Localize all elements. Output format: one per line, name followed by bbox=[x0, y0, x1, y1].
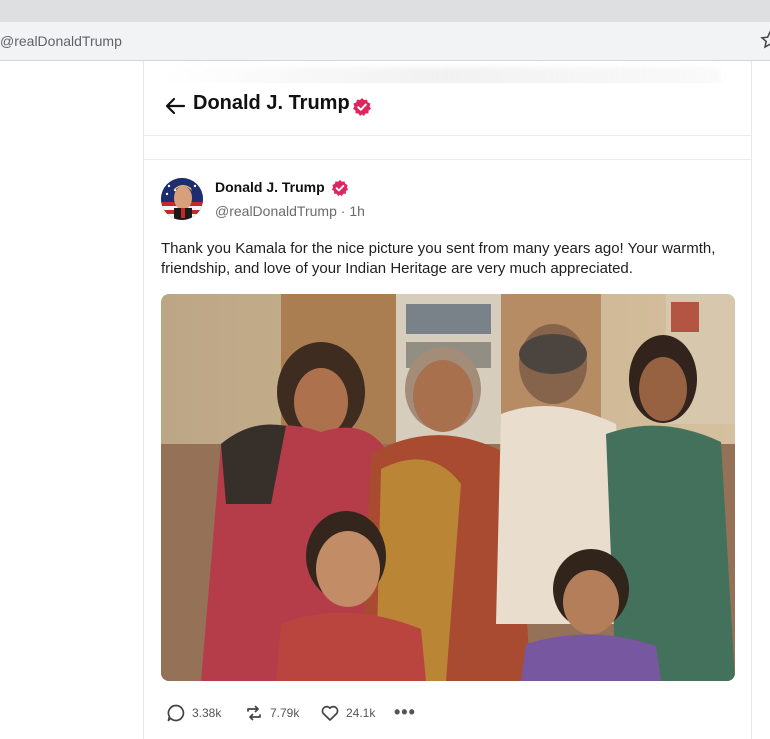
repost-count: 7.79k bbox=[270, 706, 300, 720]
page-title: Donald J. Trump bbox=[193, 92, 350, 114]
browser-tab-strip bbox=[0, 0, 770, 22]
left-sidebar bbox=[0, 61, 144, 739]
handle-and-time: @realDonaldTrump · 1h bbox=[215, 203, 365, 219]
avatar[interactable] bbox=[161, 178, 203, 220]
author-handle[interactable]: @realDonaldTrump bbox=[215, 203, 337, 219]
url-text[interactable]: @realDonaldTrump bbox=[0, 33, 122, 49]
like-count: 24.1k bbox=[346, 706, 376, 720]
post-actions: 3.38k 7.79k 24.1k ••• bbox=[166, 701, 466, 725]
verified-icon bbox=[353, 98, 371, 116]
address-bar[interactable]: @realDonaldTrump bbox=[0, 22, 770, 61]
back-arrow-icon[interactable] bbox=[164, 95, 186, 117]
post-column: Donald J. Trump Donald J. Trump @realDon… bbox=[144, 61, 752, 739]
post-text: Thank you Kamala for the nice picture yo… bbox=[161, 240, 716, 277]
verified-icon bbox=[331, 179, 349, 197]
repost-icon bbox=[247, 705, 261, 721]
bookmark-star-icon[interactable] bbox=[760, 30, 770, 50]
repost-button[interactable]: 7.79k bbox=[244, 701, 299, 725]
more-icon[interactable]: ••• bbox=[394, 702, 416, 723]
reply-count: 3.38k bbox=[192, 706, 222, 720]
like-icon bbox=[321, 705, 339, 721]
author-name[interactable]: Donald J. Trump bbox=[215, 179, 325, 195]
profile-header: Donald J. Trump bbox=[144, 83, 751, 136]
reply-button[interactable]: 3.38k bbox=[166, 701, 221, 725]
reply-icon bbox=[167, 704, 185, 722]
post-time[interactable]: 1h bbox=[349, 203, 365, 219]
like-button[interactable]: 24.1k bbox=[320, 701, 375, 725]
post-image[interactable] bbox=[161, 294, 735, 681]
divider bbox=[144, 159, 751, 160]
